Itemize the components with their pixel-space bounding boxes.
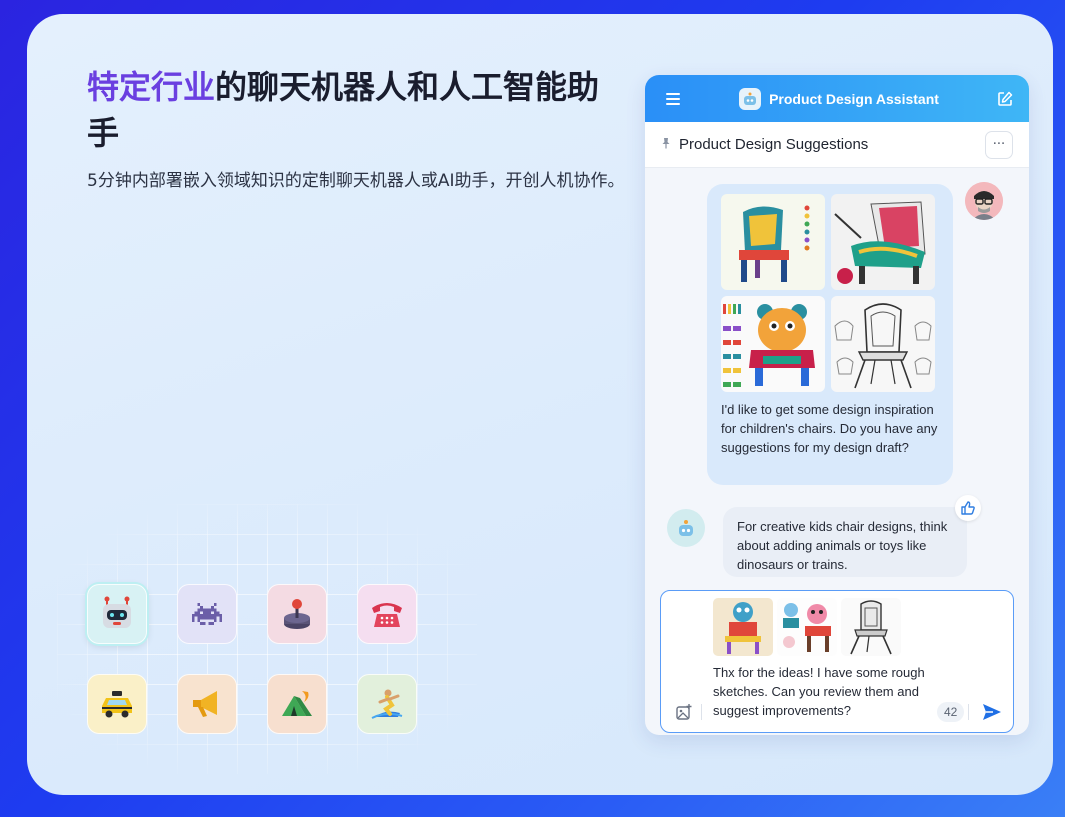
chair-sketch-image-3[interactable] <box>721 296 825 392</box>
more-options-button[interactable]: ··· <box>985 130 1013 159</box>
user-message-bubble: I'd like to get some design inspiration … <box>707 184 953 485</box>
robot-icon[interactable] <box>87 584 147 644</box>
attached-sketch-3[interactable] <box>841 598 901 656</box>
space-invader-icon[interactable] <box>177 584 237 644</box>
chat-app-title-text: Product Design Assistant <box>769 90 939 107</box>
image-upload-icon[interactable] <box>675 703 693 721</box>
conversation-title: Product Design Suggestions <box>679 136 869 153</box>
edit-icon[interactable] <box>995 89 1015 109</box>
attached-sketch-1[interactable] <box>713 598 773 656</box>
feature-card: 特定行业的聊天机器人和人工智能助手 5分钟内部署嵌入领域知识的定制聊天机器人或A… <box>27 14 1053 795</box>
chat-app-title: Product Design Assistant <box>739 87 939 110</box>
chair-sketch-image-1[interactable] <box>721 194 825 290</box>
menu-icon[interactable] <box>663 89 683 109</box>
chat-window: Product Design Assistant Product Design … <box>645 75 1029 735</box>
send-icon[interactable] <box>981 701 1003 723</box>
taxi-icon[interactable] <box>87 674 147 734</box>
composer-divider-right <box>968 704 969 720</box>
pin-icon[interactable] <box>661 137 671 152</box>
tent-icon[interactable] <box>267 674 327 734</box>
subline: 5分钟内部署嵌入领域知识的定制聊天机器人或AI助手，开创人机协作。 <box>87 171 625 191</box>
megaphone-icon[interactable] <box>177 674 237 734</box>
chair-sketch-image-4[interactable] <box>831 296 935 392</box>
headline: 特定行业的聊天机器人和人工智能助手 <box>87 64 627 156</box>
attached-sketch-2[interactable] <box>777 598 837 656</box>
telephone-icon[interactable] <box>357 584 417 644</box>
assistant-message-bubble: For creative kids chair designs, think a… <box>723 507 967 577</box>
surfer-icon[interactable] <box>357 674 417 734</box>
message-composer[interactable]: Thx for the ideas! I have some rough ske… <box>660 590 1014 733</box>
chair-sketch-image-2[interactable] <box>831 194 935 290</box>
composer-text[interactable]: Thx for the ideas! I have some rough ske… <box>713 663 943 720</box>
joystick-icon[interactable] <box>267 584 327 644</box>
assistant-avatar <box>667 509 705 547</box>
composer-divider <box>701 704 702 720</box>
user-avatar[interactable] <box>965 182 1003 220</box>
conversation-header: Product Design Suggestions ··· <box>645 122 1029 168</box>
assistant-message-text: For creative kids chair designs, think a… <box>737 519 948 572</box>
user-message-text: I'd like to get some design inspiration … <box>721 402 938 455</box>
bot-badge-icon <box>739 87 762 110</box>
thumbs-up-icon[interactable] <box>955 495 981 521</box>
chat-header: Product Design Assistant <box>645 75 1029 122</box>
headline-accent: 特定行业 <box>87 68 216 106</box>
character-count: 42 <box>937 702 965 722</box>
